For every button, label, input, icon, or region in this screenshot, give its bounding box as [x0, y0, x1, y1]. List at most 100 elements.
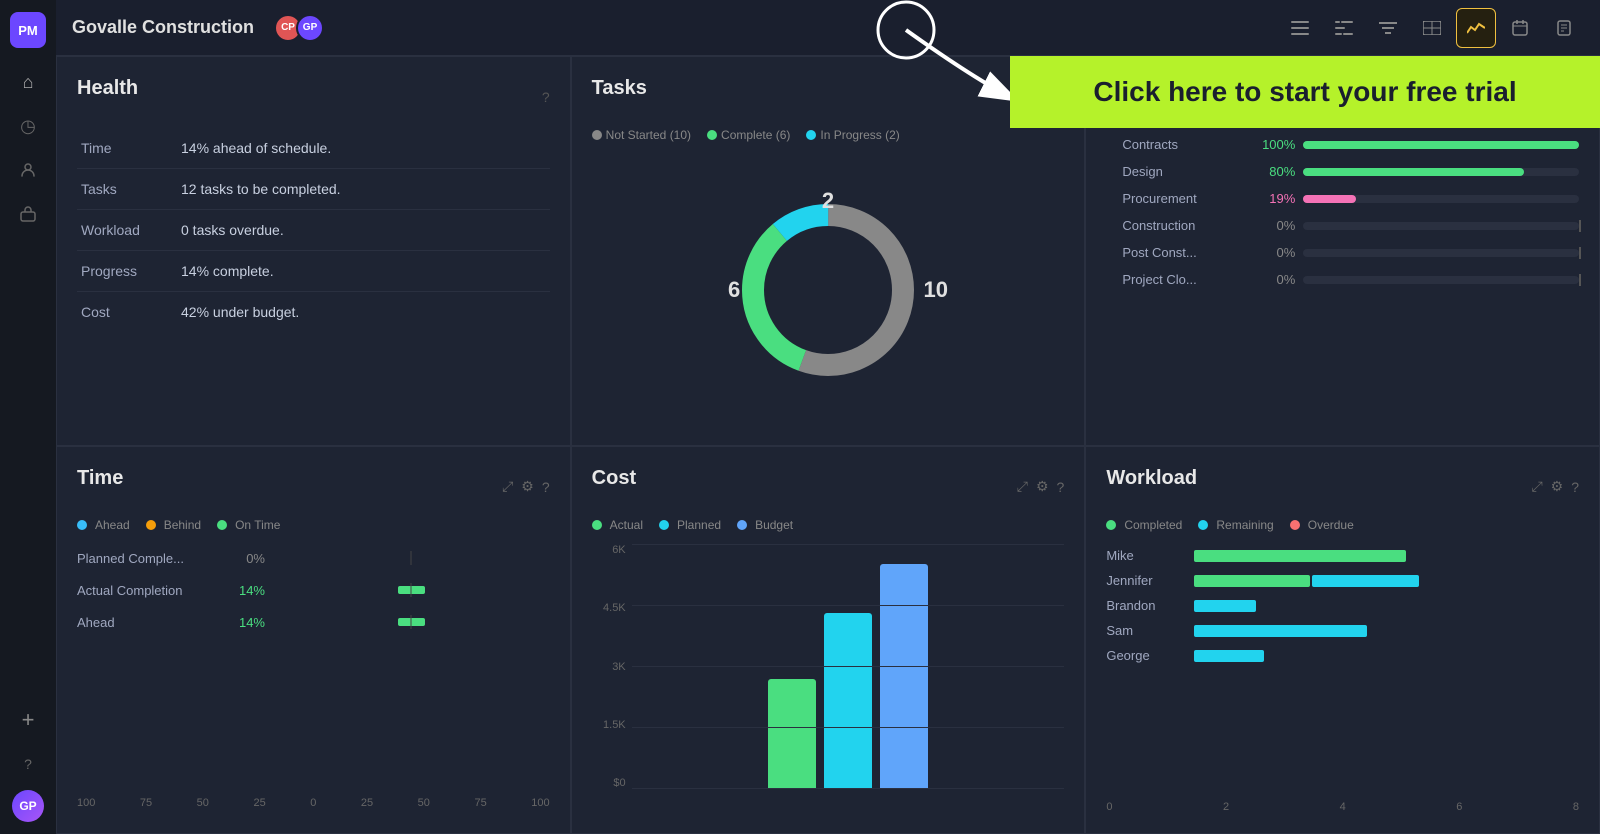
- time-row: Actual Completion 14%: [77, 580, 550, 600]
- workload-xaxis: 02468: [1106, 801, 1579, 813]
- time-rows: Planned Comple... 0% Actual Completion 1…: [77, 548, 550, 785]
- time-legend-item: On Time: [217, 518, 280, 532]
- cost-legend: Actual Planned Budget: [592, 518, 1065, 532]
- cost-chart-area: [632, 544, 1065, 813]
- time-title: Time: [77, 467, 123, 490]
- health-help-icon[interactable]: ?: [542, 89, 550, 105]
- time-help-icon[interactable]: ?: [542, 479, 550, 495]
- health-panel: Health ? Time14% ahead of schedule.Tasks…: [56, 56, 571, 446]
- app-logo[interactable]: PM: [10, 12, 46, 48]
- health-row: Cost42% under budget.: [77, 292, 550, 333]
- time-settings-icon[interactable]: ⚙: [521, 478, 534, 495]
- free-trial-text: Click here to start your free trial: [1093, 76, 1516, 108]
- workload-person-bars: [1194, 625, 1579, 637]
- tasks-bar-row: Post Const... 0%: [1122, 245, 1579, 260]
- tasks-donut-chart: 6 10 2: [718, 180, 938, 400]
- workload-row: Sam: [1106, 623, 1579, 638]
- workload-person-name: Sam: [1106, 623, 1186, 638]
- tasks-donut-panel: Tasks Not Started (10) Complete (6) In Pro…: [571, 56, 1086, 446]
- gantt-view-button[interactable]: [1324, 8, 1364, 48]
- cost-bar-actual: [768, 679, 816, 789]
- tasks-title: Tasks: [592, 77, 647, 100]
- health-title: Health: [77, 77, 138, 100]
- workload-title: Workload: [1106, 467, 1197, 490]
- cost-expand-icon[interactable]: ⤢: [1017, 478, 1028, 495]
- tasks-bar-row: Procurement 19%: [1122, 191, 1579, 206]
- sidebar-add-button[interactable]: +: [10, 702, 46, 738]
- topbar: Govalle Construction CP GP: [56, 0, 1600, 56]
- sidebar-item-briefcase[interactable]: [10, 196, 46, 232]
- workload-row: Brandon: [1106, 598, 1579, 613]
- workload-legend-item: Remaining: [1198, 518, 1273, 532]
- workload-help-icon[interactable]: ?: [1571, 479, 1579, 495]
- sidebar-help-button[interactable]: ?: [10, 746, 46, 782]
- workload-row: George: [1106, 648, 1579, 663]
- avatar-group: CP GP: [274, 14, 324, 42]
- time-row: Planned Comple... 0%: [77, 548, 550, 568]
- workload-row: Jennifer: [1106, 573, 1579, 588]
- workload-person-bars: [1194, 575, 1579, 587]
- sidebar-item-people[interactable]: [10, 152, 46, 188]
- workload-legend-item: Completed: [1106, 518, 1182, 532]
- tasks-bar-row: Design 80%: [1122, 164, 1579, 179]
- workload-settings-icon[interactable]: ⚙: [1551, 478, 1564, 495]
- cost-help-icon[interactable]: ?: [1057, 479, 1065, 495]
- sidebar-item-clock[interactable]: ◷: [10, 108, 46, 144]
- filter-view-button[interactable]: [1368, 8, 1408, 48]
- workload-legend: Completed Remaining Overdue: [1106, 518, 1579, 532]
- tasks-bar-row: Project Clo... 0%: [1122, 272, 1579, 287]
- list-view-button[interactable]: [1280, 8, 1320, 48]
- cost-legend-item: Budget: [737, 518, 793, 532]
- cost-panel: Cost ⤢ ⚙ ? Actual Planned Budget 6K4.5K3K1…: [571, 446, 1086, 834]
- page-title: Govalle Construction: [72, 17, 254, 38]
- donut-label-right: 10: [924, 277, 948, 303]
- tasks-bar-row: Contracts 100%: [1122, 137, 1579, 152]
- dashboard-view-button[interactable]: [1456, 8, 1496, 48]
- time-xaxis: 1007550250255075100: [77, 793, 550, 813]
- cost-bar-budget: [880, 564, 928, 789]
- sidebar-item-home[interactable]: ⌂: [10, 64, 46, 100]
- sidebar: PM ⌂ ◷ + ? GP: [0, 0, 56, 834]
- cost-bars: [632, 544, 1065, 813]
- toolbar-icons: [1280, 8, 1584, 48]
- time-expand-icon[interactable]: ⤢: [502, 478, 513, 495]
- cost-settings-icon[interactable]: ⚙: [1036, 478, 1049, 495]
- tasks-legend: Not Started (10) Complete (6) In Progress …: [592, 128, 1065, 142]
- workload-person-bars: [1194, 600, 1579, 612]
- avatar-gp[interactable]: GP: [296, 14, 324, 42]
- workload-panel: Workload ⤢ ⚙ ? Completed Remaining Overdue…: [1085, 446, 1600, 834]
- time-panel: Time ⤢ ⚙ ? AheadBehindOn Time Planned Co…: [56, 446, 571, 834]
- workload-person-name: Jennifer: [1106, 573, 1186, 588]
- donut-label-left: 6: [728, 277, 740, 303]
- workload-row: Mike: [1106, 548, 1579, 563]
- time-legend: AheadBehindOn Time: [77, 518, 550, 532]
- health-row: Workload0 tasks overdue.: [77, 210, 550, 251]
- cost-bar-planned: [824, 613, 872, 789]
- workload-person-name: Brandon: [1106, 598, 1186, 613]
- tasks-legend-item: Not Started (10): [592, 128, 691, 142]
- workload-person-bars: [1194, 650, 1579, 662]
- cost-legend-item: Actual: [592, 518, 643, 532]
- cost-yaxis: 6K4.5K3K1.5K$0: [592, 544, 632, 813]
- sidebar-user-avatar[interactable]: GP: [12, 790, 44, 822]
- health-row: Time14% ahead of schedule.: [77, 128, 550, 169]
- tasks-bar-row: Construction 0%: [1122, 218, 1579, 233]
- tasks-legend-item: In Progress (2): [806, 128, 899, 142]
- workload-person-name: George: [1106, 648, 1186, 663]
- health-table: Time14% ahead of schedule.Tasks12 tasks …: [77, 128, 550, 332]
- tasks-legend-item: Complete (6): [707, 128, 790, 142]
- free-trial-banner[interactable]: Click here to start your free trial: [1010, 56, 1600, 128]
- doc-view-button[interactable]: [1544, 8, 1584, 48]
- workload-legend-item: Overdue: [1290, 518, 1354, 532]
- calendar-view-button[interactable]: [1500, 8, 1540, 48]
- workload-expand-icon[interactable]: ⤢: [1531, 478, 1542, 495]
- health-row: Tasks12 tasks to be completed.: [77, 169, 550, 210]
- workload-person-bars: [1194, 550, 1579, 562]
- time-row: Ahead 14%: [77, 612, 550, 632]
- donut-label-top: 2: [822, 188, 834, 214]
- workload-person-name: Mike: [1106, 548, 1186, 563]
- workload-rows: Mike Jennifer Brandon Sam George: [1106, 548, 1579, 793]
- cost-title: Cost: [592, 467, 636, 490]
- cost-legend-item: Planned: [659, 518, 721, 532]
- table-view-button[interactable]: [1412, 8, 1452, 48]
